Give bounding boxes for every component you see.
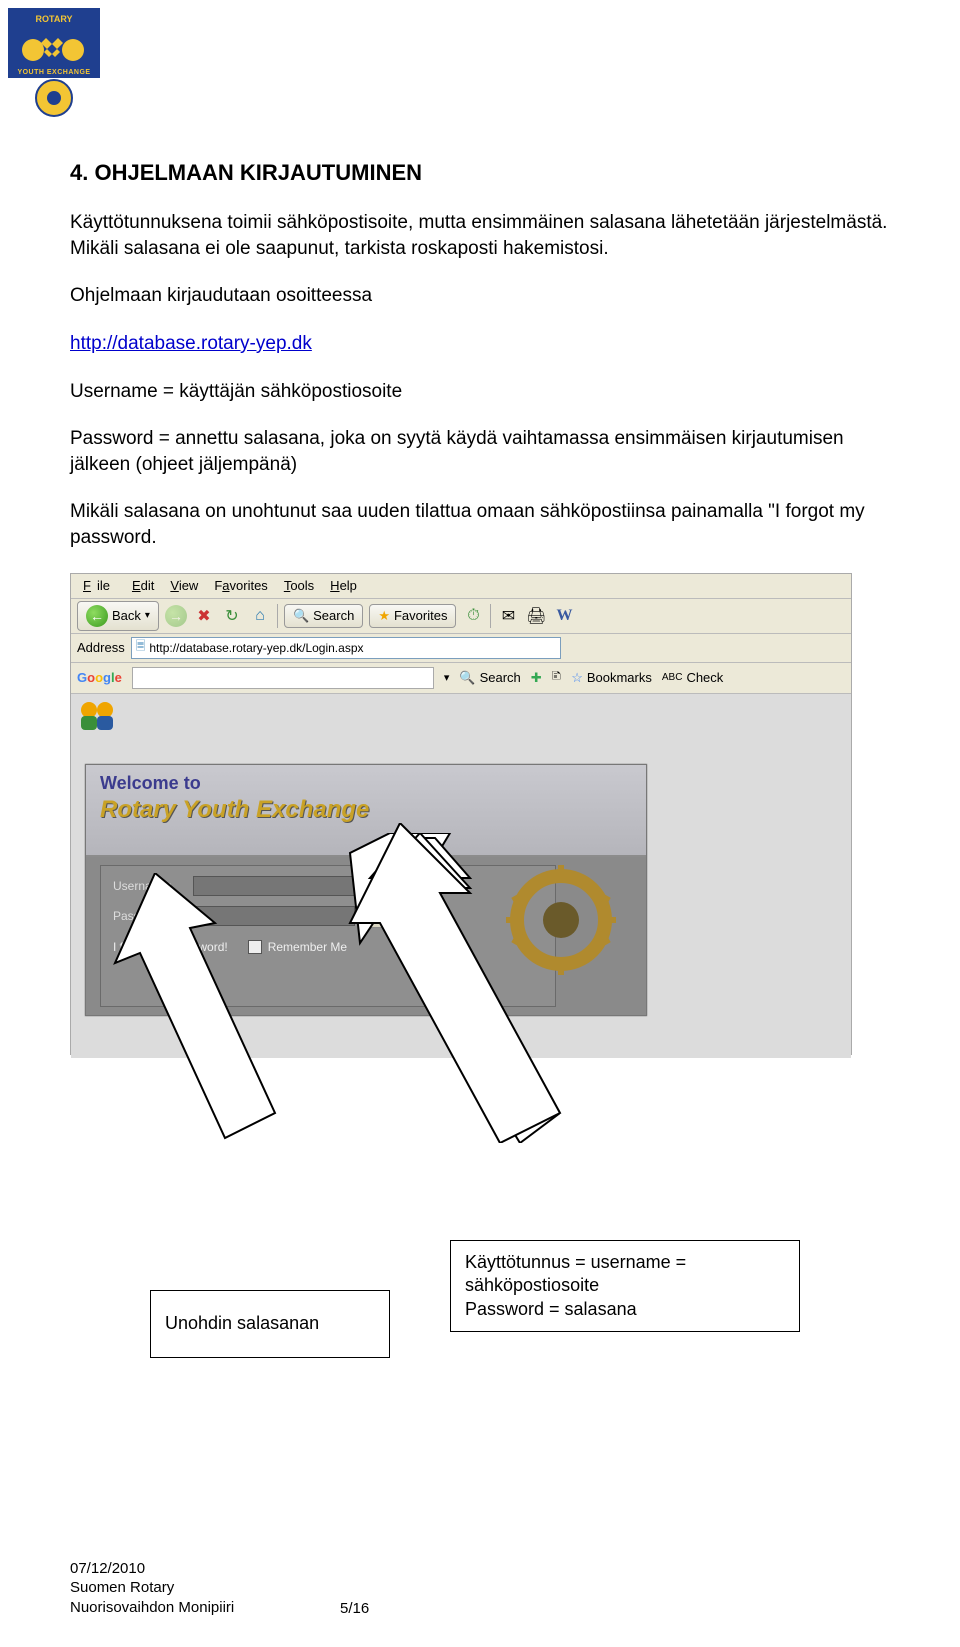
mail-icon[interactable]: ✉ xyxy=(497,605,519,627)
favorites-button[interactable]: ★ Favorites xyxy=(369,604,456,628)
svg-text:YOUTH EXCHANGE: YOUTH EXCHANGE xyxy=(17,69,90,76)
callout-line2: sähköpostiosoite xyxy=(465,1274,785,1297)
refresh-icon[interactable]: ↻ xyxy=(221,605,243,627)
sidewiki-icon[interactable]: 🗈 xyxy=(552,667,562,689)
callout-forgot-text: Unohdin salasanan xyxy=(165,1312,319,1335)
address-bar: Address 🗏 http://database.rotary-yep.dk/… xyxy=(71,634,851,663)
browser-screenshot: File Edit View Favorites Tools Help ← Ba… xyxy=(70,573,890,1133)
paragraph-intro: Käyttötunnuksena toimii sähköpostisoite,… xyxy=(70,210,890,261)
people-icon xyxy=(77,698,117,737)
callout-credentials: Käyttötunnus = username = sähköpostiosoi… xyxy=(450,1240,800,1332)
menu-file[interactable]: File xyxy=(77,576,122,595)
stop-icon[interactable]: ✖ xyxy=(193,605,215,627)
history-icon[interactable]: ⏱ xyxy=(462,605,484,627)
page-number: 5/16 xyxy=(340,1600,369,1617)
dropdown-icon[interactable]: ▾ xyxy=(444,671,450,684)
search-icon: 🔍 xyxy=(459,670,475,686)
callout-forgot: Unohdin salasanan xyxy=(150,1290,390,1358)
address-input[interactable]: 🗏 http://database.rotary-yep.dk/Login.as… xyxy=(131,637,561,659)
svg-text:ROTARY: ROTARY xyxy=(36,14,73,24)
menu-favorites[interactable]: Favorites xyxy=(208,576,273,595)
footer-org2: Nuorisovaihdon Monipiiri xyxy=(70,1598,234,1618)
search-button[interactable]: 🔍 Search xyxy=(284,604,363,628)
rotary-logo: ROTARY YOUTH EXCHANGE xyxy=(8,8,100,123)
menu-help[interactable]: Help xyxy=(324,576,363,595)
paragraph-password: Password = annettu salasana, joka on syy… xyxy=(70,426,890,477)
menu-bar: File Edit View Favorites Tools Help xyxy=(71,574,851,599)
welcome-text: Welcome to xyxy=(100,773,632,794)
address-label: Address xyxy=(77,640,125,655)
forward-button[interactable]: → xyxy=(165,605,187,627)
footer: 07/12/2010 Suomen Rotary Nuorisovaihdon … xyxy=(70,1559,234,1618)
print-icon[interactable]: 🖨 xyxy=(525,605,547,627)
edit-icon[interactable]: W xyxy=(553,605,575,627)
back-label: Back xyxy=(112,608,141,623)
paragraph-username: Username = käyttäjän sähköpostiosoite xyxy=(70,379,890,405)
menu-edit[interactable]: Edit xyxy=(126,576,160,595)
google-logo: Google xyxy=(77,670,122,685)
google-search-input[interactable] xyxy=(132,667,434,689)
footer-date: 07/12/2010 xyxy=(70,1559,234,1579)
menu-tools[interactable]: Tools xyxy=(278,576,320,595)
arrow-left-icon: ← xyxy=(86,605,108,627)
database-link[interactable]: http://database.rotary-yep.dk xyxy=(70,333,312,354)
menu-view[interactable]: View xyxy=(164,576,204,595)
paragraph-forgot: Mikäli salasana on unohtunut saa uuden t… xyxy=(70,499,890,550)
callout-line1: Käyttötunnus = username = xyxy=(465,1251,785,1274)
url-text: http://database.rotary-yep.dk/Login.aspx xyxy=(149,641,363,655)
footer-org1: Suomen Rotary xyxy=(70,1578,234,1598)
callout-line3: Password = salasana xyxy=(465,1298,785,1321)
dropdown-icon: ▾ xyxy=(145,610,150,621)
check-icon: ABC xyxy=(662,672,683,683)
star-icon: ☆ xyxy=(571,670,583,686)
panel-title: Rotary Youth Exchange xyxy=(100,796,632,824)
arrow-login xyxy=(330,823,590,1143)
bookmarks-button[interactable]: ☆ Bookmarks xyxy=(571,670,652,686)
toolbar: ← Back ▾ → ✖ ↻ ⌂ 🔍 Search ★ Favorites ⏱ xyxy=(71,599,851,634)
star-icon: ★ xyxy=(378,608,390,624)
search-icon: 🔍 xyxy=(293,608,309,624)
share-icon[interactable]: ✚ xyxy=(531,670,542,686)
section-heading: 4. OHJELMAAN KIRJAUTUMINEN xyxy=(70,160,890,186)
spellcheck-button[interactable]: ABC Check xyxy=(662,670,723,685)
page-icon: 🗏 xyxy=(136,637,146,658)
search-label: Search xyxy=(313,608,354,623)
arrow-forgot xyxy=(105,873,295,1143)
google-search-button[interactable]: 🔍 Search xyxy=(459,670,520,686)
favorites-label: Favorites xyxy=(394,608,447,623)
back-button[interactable]: ← Back ▾ xyxy=(77,601,159,631)
paragraph-address-intro: Ohjelmaan kirjaudutaan osoitteessa xyxy=(70,283,890,309)
google-toolbar: Google ▾ 🔍 Search ✚ 🗈 ☆ Bookmarks ABC Ch… xyxy=(71,663,851,694)
home-icon[interactable]: ⌂ xyxy=(249,605,271,627)
